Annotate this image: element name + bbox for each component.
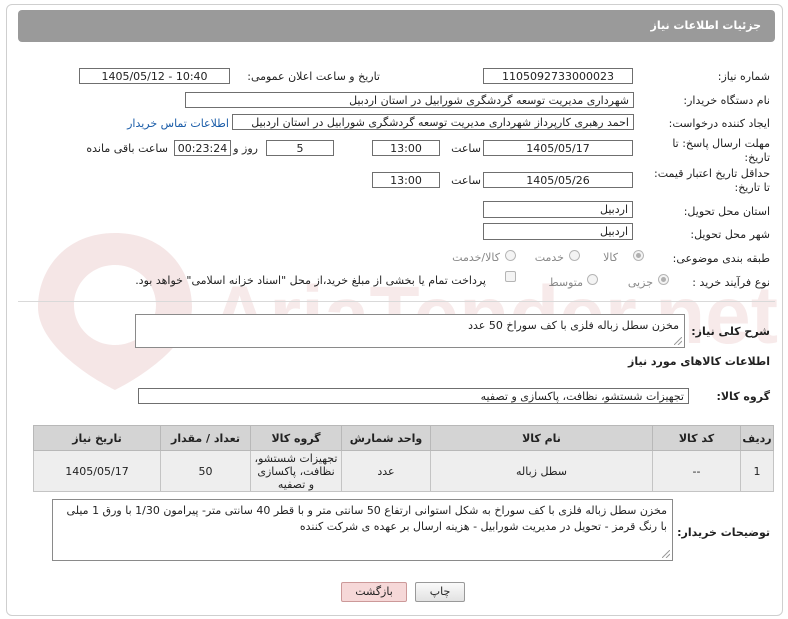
- buyer-notes-label: توضیحات خریدار:: [677, 526, 770, 539]
- buyer-contact-link[interactable]: اطلاعات تماس خریدار: [127, 117, 229, 130]
- category-label: طبقه بندی موضوعی:: [672, 252, 770, 265]
- col-header-code: کد کالا: [652, 425, 741, 451]
- cell-date: 1405/05/17: [33, 450, 161, 492]
- category-radio-service[interactable]: [569, 250, 580, 261]
- category-radio-goods-service[interactable]: [505, 250, 516, 261]
- announce-date-field[interactable]: 1405/05/12 - 10:40: [79, 68, 230, 84]
- buyer-notes-textarea[interactable]: مخزن سطل زباله فلزی با کف سوراخ به شکل ا…: [52, 499, 673, 561]
- buyer-notes-text: مخزن سطل زباله فلزی با کف سوراخ به شکل ا…: [66, 504, 667, 533]
- delivery-province-label: استان محل تحویل:: [683, 205, 770, 218]
- process-option-medium: متوسط: [548, 276, 583, 289]
- reply-deadline-time-label: ساعت: [451, 142, 481, 155]
- goods-group-field[interactable]: تجهیزات شستشو، نظافت، پاکسازی و تصفیه: [138, 388, 689, 404]
- remaining-time-field[interactable]: 00:23:24: [174, 140, 231, 156]
- summary-textarea[interactable]: مخزن سطل زباله فلزی با کف سوراخ 50 عدد: [135, 314, 685, 348]
- delivery-city-label: شهر محل تحویل:: [690, 228, 770, 241]
- buyer-org-label: نام دستگاه خریدار:: [683, 94, 770, 107]
- remaining-time-label: ساعت باقی مانده: [86, 142, 168, 155]
- need-number-label: شماره نیاز:: [717, 70, 770, 83]
- goods-table: ردیف کد کالا نام کالا واحد شمارش گروه کا…: [33, 425, 774, 492]
- remaining-days-field[interactable]: 5: [266, 140, 334, 156]
- reply-deadline-time-field[interactable]: 13:00: [372, 140, 440, 156]
- announce-date-label: تاریخ و ساعت اعلان عمومی:: [247, 70, 380, 83]
- table-header-row: ردیف کد کالا نام کالا واحد شمارش گروه کا…: [33, 425, 774, 451]
- page-title: جزئیات اطلاعات نیاز: [650, 19, 762, 32]
- process-option-minor: جزیی: [627, 276, 653, 289]
- print-button[interactable]: چاپ: [415, 582, 465, 602]
- reply-deadline-label-2: تاریخ:: [744, 151, 770, 164]
- delivery-city-field[interactable]: اردبیل: [483, 223, 633, 240]
- resize-grip-icon[interactable]: [662, 550, 670, 558]
- summary-text: مخزن سطل زباله فلزی با کف سوراخ 50 عدد: [468, 319, 679, 332]
- price-validity-time-label: ساعت: [451, 174, 481, 187]
- buyer-org-field[interactable]: شهرداری مدیریت توسعه گردشگری شورابیل در …: [185, 92, 634, 108]
- col-header-date: تاریخ نیاز: [33, 425, 161, 451]
- price-validity-label-2: تا تاریخ:: [734, 181, 770, 194]
- category-radio-goods[interactable]: [633, 250, 644, 261]
- price-validity-time-field[interactable]: 13:00: [372, 172, 440, 188]
- delivery-province-field[interactable]: اردبیل: [483, 201, 633, 218]
- goods-group-label: گروه کالا:: [716, 390, 770, 403]
- cell-row-number: 1: [740, 450, 774, 492]
- price-validity-label: حداقل تاریخ اعتبار قیمت:: [654, 167, 770, 180]
- reply-deadline-label: مهلت ارسال پاسخ: تا: [672, 137, 770, 150]
- cell-unit: عدد: [341, 450, 431, 492]
- resize-grip-icon[interactable]: [674, 337, 682, 345]
- divider: [18, 301, 775, 302]
- col-header-row: ردیف: [740, 425, 774, 451]
- process-radio-minor[interactable]: [658, 274, 669, 285]
- category-option-goods: کالا: [603, 251, 618, 264]
- page-header: جزئیات اطلاعات نیاز: [18, 10, 775, 42]
- days-label: روز و: [233, 142, 258, 155]
- cell-name: سطل زباله: [430, 450, 653, 492]
- summary-label: شرح کلی نیاز:: [691, 325, 770, 338]
- treasury-bonds-checkbox[interactable]: [505, 271, 516, 282]
- reply-deadline-date-field[interactable]: 1405/05/17: [483, 140, 633, 156]
- col-header-group: گروه کالا: [250, 425, 342, 451]
- col-header-quantity: تعداد / مقدار: [160, 425, 251, 451]
- need-number-field[interactable]: 1105092733000023: [483, 68, 633, 84]
- category-option-goods-service: کالا/خدمت: [452, 251, 500, 264]
- table-row: 1 -- سطل زباله عدد تجهیزات شستشو، نظافت،…: [33, 450, 774, 492]
- purchase-process-label: نوع فرآیند خرید :: [692, 276, 770, 289]
- col-header-unit: واحد شمارش: [341, 425, 431, 451]
- process-radio-medium[interactable]: [587, 274, 598, 285]
- creator-field[interactable]: احمد رهبری کارپرداز شهرداری مدیریت توسعه…: [232, 114, 634, 130]
- cell-group: تجهیزات شستشو، نظافت، پاکسازی و تصفیه: [250, 450, 342, 492]
- goods-section-title: اطلاعات کالاهای مورد نیاز: [628, 355, 770, 368]
- treasury-bonds-text: پرداخت تمام یا بخشی از مبلغ خرید،از محل …: [135, 274, 486, 287]
- back-button[interactable]: بازگشت: [341, 582, 407, 602]
- creator-label: ایجاد کننده درخواست:: [668, 117, 770, 130]
- col-header-name: نام کالا: [430, 425, 653, 451]
- category-option-service: خدمت: [534, 251, 564, 264]
- cell-code: --: [652, 450, 741, 492]
- cell-quantity: 50: [160, 450, 251, 492]
- price-validity-date-field[interactable]: 1405/05/26: [483, 172, 633, 188]
